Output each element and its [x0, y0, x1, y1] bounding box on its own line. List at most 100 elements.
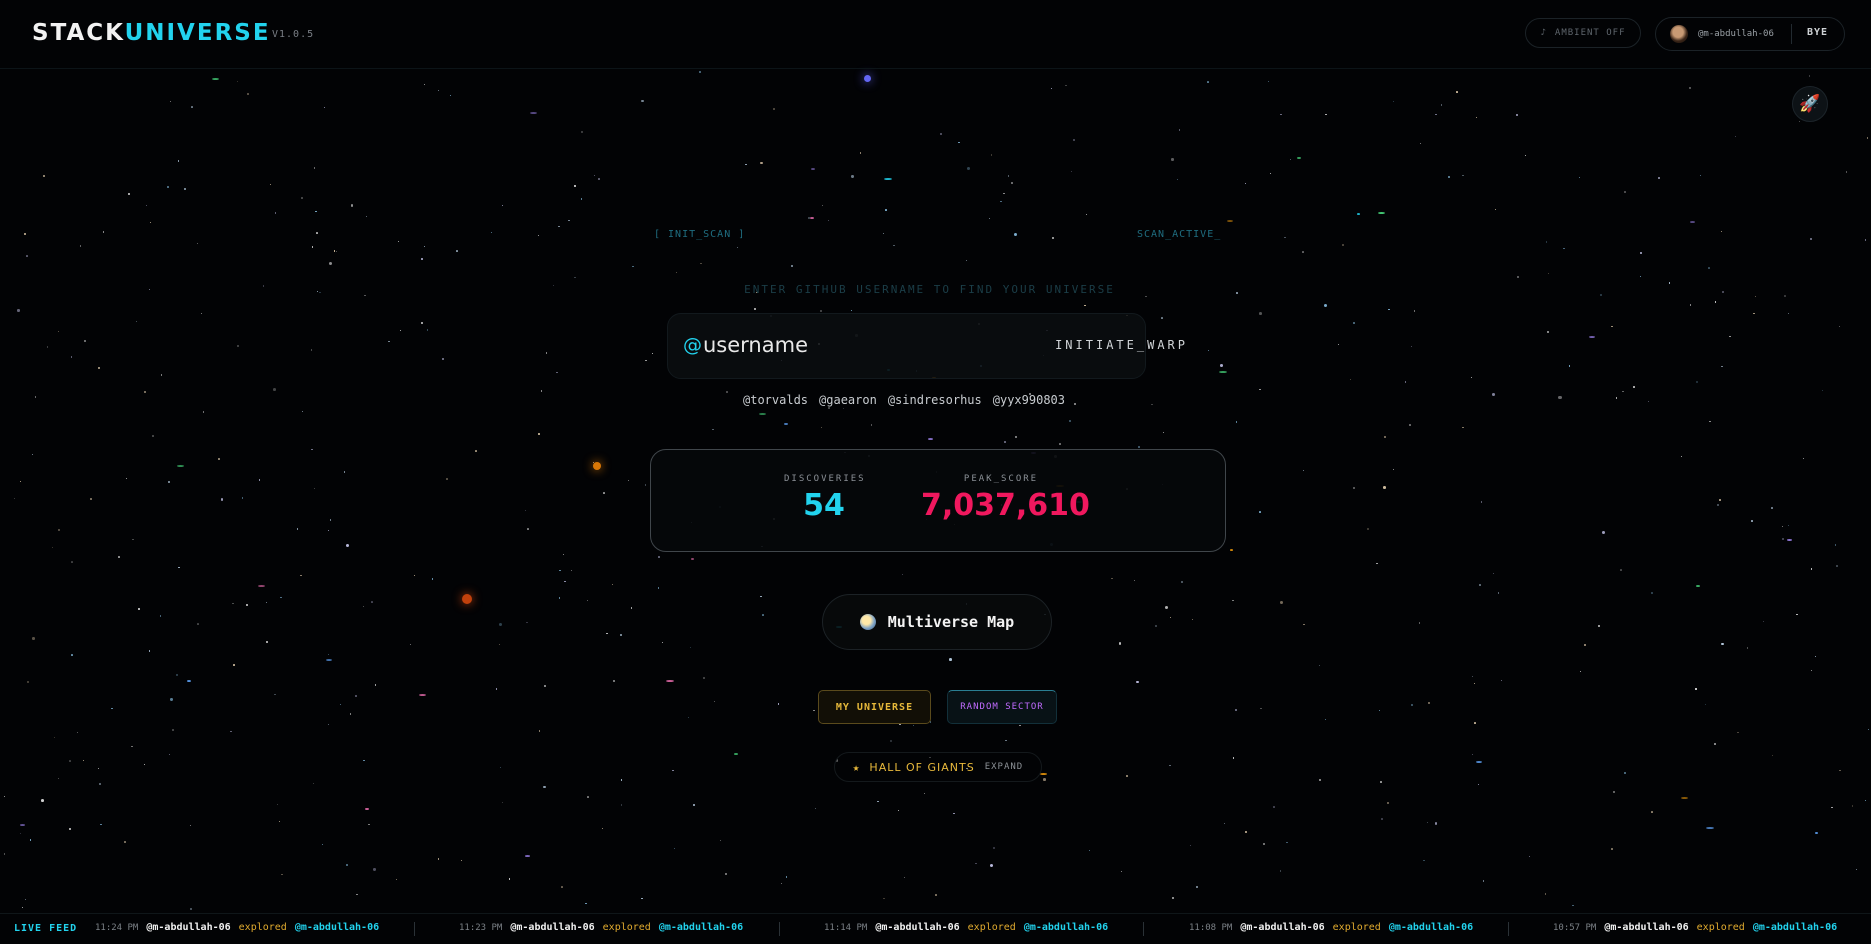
expand-button[interactable]: EXPAND: [985, 762, 1024, 772]
username-input[interactable]: [703, 330, 903, 360]
star: [327, 724, 329, 726]
star: [172, 729, 174, 731]
star: [612, 584, 614, 586]
star: [349, 713, 352, 715]
feed-verb: explored: [602, 922, 651, 933]
brand-logo[interactable]: STACKUNIVERSE: [32, 20, 271, 46]
star: [821, 204, 823, 206]
star: [524, 509, 527, 512]
star: [644, 484, 647, 486]
star: [1155, 625, 1158, 628]
star: [1867, 728, 1869, 730]
star-icon: ★: [852, 760, 860, 774]
colored-star: [690, 557, 695, 560]
star: [564, 580, 567, 583]
star: [152, 435, 154, 437]
music-note-icon: ♪: [1540, 28, 1547, 38]
star: [1470, 376, 1472, 379]
star: [586, 796, 589, 798]
star: [313, 488, 316, 490]
star: [1864, 800, 1867, 802]
user-menu[interactable]: @m-abdullah-06 BYE: [1655, 17, 1845, 51]
star: [274, 693, 276, 696]
star: [777, 703, 780, 705]
star: [1864, 238, 1867, 241]
star: [150, 221, 152, 223]
star: [652, 353, 654, 355]
star: [574, 276, 576, 279]
star: [612, 679, 615, 682]
multiverse-map-button[interactable]: Multiverse Map: [822, 594, 1052, 650]
star: [301, 410, 304, 413]
version-label: V1.0.5: [272, 29, 315, 40]
star: [903, 876, 906, 878]
feed-item[interactable]: 11:08 PM @m-abdullah-06 explored @m-abdu…: [1189, 922, 1473, 933]
logout-button[interactable]: BYE: [1807, 27, 1828, 38]
suggestion-yyx990803[interactable]: @yyx990803: [993, 393, 1065, 407]
suggestion-sindresorhus[interactable]: @sindresorhus: [888, 393, 982, 407]
initiate-warp-button[interactable]: INITIATE_WARP: [1055, 338, 1188, 352]
feed-item[interactable]: 11:14 PM @m-abdullah-06 explored @m-abdu…: [824, 922, 1108, 933]
random-sector-button[interactable]: RANDOM SECTOR: [947, 690, 1057, 724]
star: [170, 100, 172, 102]
feed-target: @m-abdullah-06: [1388, 922, 1474, 933]
star: [1381, 818, 1384, 821]
star: [842, 408, 845, 410]
suggestion-torvalds[interactable]: @torvalds: [743, 393, 808, 407]
star: [58, 529, 60, 531]
star: [423, 83, 426, 86]
star: [1434, 113, 1437, 116]
star: [1734, 136, 1737, 138]
star: [790, 264, 794, 268]
avatar: [1670, 25, 1688, 43]
star: [363, 759, 365, 762]
top-bar: STACKUNIVERSE V1.0.5 ♪ AMBIENT OFF @m-ab…: [0, 0, 1871, 69]
star: [1419, 142, 1421, 145]
stats-panel: DISCOVERIES 54 PEAK_SCORE 7,037,610: [650, 449, 1226, 552]
star: [1207, 349, 1209, 352]
star: [29, 839, 32, 841]
star: [537, 234, 540, 236]
star: [975, 862, 977, 865]
rocket-button[interactable]: 🚀: [1792, 86, 1828, 122]
star: [1798, 120, 1800, 122]
star: [692, 803, 695, 806]
star: [1169, 765, 1171, 767]
star: [1651, 811, 1653, 813]
star: [1160, 317, 1163, 319]
feed-time: 11:24 PM: [95, 923, 139, 933]
colored-star: [809, 217, 814, 220]
ambient-toggle[interactable]: ♪ AMBIENT OFF: [1525, 18, 1641, 48]
star: [1782, 538, 1784, 540]
feed-item[interactable]: 11:23 PM @m-abdullah-06 explored @m-abdu…: [459, 922, 743, 933]
star: [269, 184, 272, 186]
star: [1404, 381, 1407, 383]
star: [1111, 577, 1113, 580]
star: [27, 681, 29, 683]
star: [166, 186, 169, 189]
star: [1235, 421, 1238, 423]
suggestion-gaearon[interactable]: @gaearon: [819, 393, 877, 407]
star: [871, 424, 873, 426]
star: [1855, 868, 1857, 871]
star: [1233, 757, 1235, 759]
star: [71, 356, 73, 358]
star: [365, 215, 367, 217]
feed-user: @m-abdullah-06: [146, 922, 231, 933]
star: [736, 247, 738, 249]
star: [1611, 326, 1613, 328]
feed-item[interactable]: 11:24 PM @m-abdullah-06 explored @m-abdu…: [95, 922, 379, 933]
hall-of-giants-button[interactable]: ★ HALL OF GIANTS EXPAND: [834, 752, 1042, 782]
star: [400, 329, 402, 331]
star: [1729, 335, 1731, 337]
star: [989, 864, 993, 868]
star: [719, 839, 722, 842]
star: [1762, 620, 1765, 623]
live-feed-label: LIVE FEED: [14, 923, 78, 934]
star: [314, 210, 317, 213]
star: [446, 477, 448, 480]
feed-item[interactable]: 10:57 PM @m-abdullah-06 explored @m-abdu…: [1553, 922, 1837, 933]
star: [144, 390, 147, 393]
my-universe-button[interactable]: MY UNIVERSE: [818, 690, 931, 724]
star: [1170, 616, 1172, 619]
